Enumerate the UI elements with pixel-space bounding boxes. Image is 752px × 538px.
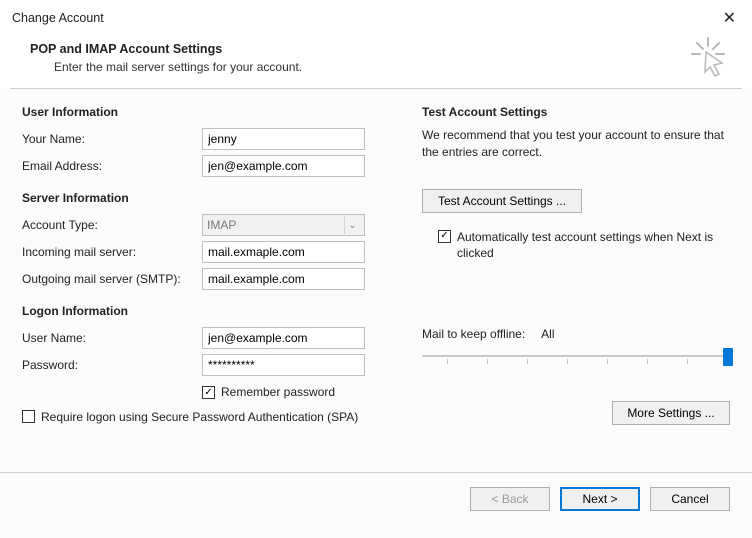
auto-test-checkbox[interactable]: [438, 230, 451, 243]
left-column: User Information Your Name: Email Addres…: [22, 103, 402, 468]
section-logon-info: Logon Information: [22, 304, 402, 318]
account-type-select: IMAP ⌄: [202, 214, 365, 236]
section-user-info: User Information: [22, 105, 402, 119]
section-server-info: Server Information: [22, 191, 402, 205]
cancel-button[interactable]: Cancel: [650, 487, 730, 511]
test-description: We recommend that you test your account …: [422, 127, 730, 161]
test-account-button[interactable]: Test Account Settings ...: [422, 189, 582, 213]
window-title: Change Account: [12, 11, 104, 25]
back-button[interactable]: < Back: [470, 487, 550, 511]
remember-password-checkbox[interactable]: [202, 386, 215, 399]
wizard-header: POP and IMAP Account Settings Enter the …: [0, 36, 752, 88]
label-email: Email Address:: [22, 159, 202, 173]
titlebar: Change Account ✕: [0, 0, 752, 36]
mail-offline-value: All: [541, 327, 554, 341]
cursor-click-icon: [686, 36, 730, 83]
more-settings-button[interactable]: More Settings ...: [612, 401, 730, 425]
header-subtitle: Enter the mail server settings for your …: [54, 60, 752, 74]
body: User Information Your Name: Email Addres…: [0, 89, 752, 472]
header-title: POP and IMAP Account Settings: [30, 42, 752, 56]
label-account-type: Account Type:: [22, 218, 202, 232]
your-name-input[interactable]: [202, 128, 365, 150]
label-remember-password: Remember password: [221, 385, 335, 399]
slider-thumb[interactable]: [723, 348, 733, 366]
next-button[interactable]: Next >: [560, 487, 640, 511]
label-your-name: Your Name:: [22, 132, 202, 146]
outgoing-server-input[interactable]: [202, 268, 365, 290]
label-incoming: Incoming mail server:: [22, 245, 202, 259]
label-username: User Name:: [22, 331, 202, 345]
label-auto-test: Automatically test account settings when…: [457, 229, 717, 261]
label-mail-offline: Mail to keep offline:: [422, 327, 525, 341]
chevron-down-icon: ⌄: [344, 216, 360, 234]
footer: < Back Next > Cancel: [0, 472, 752, 538]
right-column: Test Account Settings We recommend that …: [402, 103, 730, 468]
close-icon[interactable]: ✕: [717, 6, 742, 30]
email-input[interactable]: [202, 155, 365, 177]
incoming-server-input[interactable]: [202, 241, 365, 263]
password-input[interactable]: [202, 354, 365, 376]
label-require-spa: Require logon using Secure Password Auth…: [41, 409, 358, 425]
require-spa-checkbox[interactable]: [22, 410, 35, 423]
account-type-value: IMAP: [207, 218, 236, 232]
mail-offline-slider[interactable]: [422, 345, 730, 373]
label-outgoing: Outgoing mail server (SMTP):: [22, 272, 202, 286]
label-password: Password:: [22, 358, 202, 372]
section-test-settings: Test Account Settings: [422, 105, 730, 119]
username-input[interactable]: [202, 327, 365, 349]
